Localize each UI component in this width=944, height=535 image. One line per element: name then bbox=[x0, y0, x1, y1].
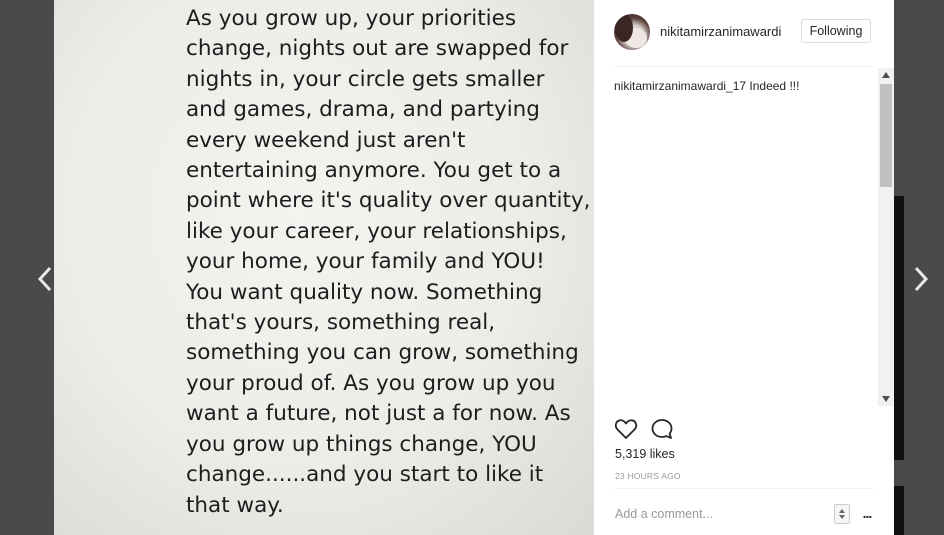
comment-author-link[interactable]: nikitamirzanimawardi_17 bbox=[614, 79, 746, 93]
quote-line: You want quality now. Something bbox=[186, 279, 543, 305]
spinner-arrows-icon bbox=[839, 509, 845, 519]
username-link[interactable]: nikitamirzanimawardi bbox=[660, 24, 781, 39]
comment-item: nikitamirzanimawardi_17 Indeed !!! bbox=[614, 79, 874, 93]
scroll-thumb[interactable] bbox=[880, 84, 892, 187]
more-options-button[interactable]: ... bbox=[857, 504, 877, 522]
divider bbox=[614, 488, 874, 489]
triangle-down-icon bbox=[882, 396, 890, 402]
heart-icon bbox=[614, 419, 638, 439]
like-button[interactable] bbox=[614, 418, 638, 445]
quote-text: As you grow up, your priorities change, n… bbox=[186, 4, 606, 521]
comment-text: Indeed !!! bbox=[749, 79, 800, 93]
like-count[interactable]: 5,319 likes bbox=[615, 447, 675, 461]
following-button[interactable]: Following bbox=[801, 19, 871, 43]
triangle-up-icon bbox=[882, 72, 890, 78]
quote-line: every weekend just aren't bbox=[186, 127, 466, 153]
quote-line: As you grow up, your priorities bbox=[186, 6, 517, 31]
speech-bubble-icon bbox=[651, 419, 673, 439]
quote-line: that's yours, something real, bbox=[186, 310, 496, 336]
avatar[interactable] bbox=[614, 14, 650, 50]
quote-line: your proud of. As you grow up you bbox=[186, 370, 556, 396]
quote-line: you grow up things change, YOU bbox=[186, 431, 537, 457]
post-header: nikitamirzanimawardi Following bbox=[594, 0, 894, 66]
backdrop-strip bbox=[894, 196, 904, 460]
add-comment-input[interactable] bbox=[615, 505, 815, 523]
quote-line: and games, drama, and partying bbox=[186, 97, 540, 123]
quote-line: change, nights out are swapped for bbox=[186, 36, 569, 62]
quote-line: want a future, not just a for now. As bbox=[186, 401, 571, 427]
chevron-left-icon bbox=[37, 266, 52, 292]
quote-line: entertaining anymore. You get to a bbox=[186, 158, 562, 184]
comments-list: nikitamirzanimawardi_17 Indeed !!! bbox=[594, 67, 894, 407]
post-image: As you grow up, your priorities change, n… bbox=[54, 0, 594, 535]
scroll-down-button[interactable] bbox=[878, 392, 894, 406]
quote-line: nights in, your circle gets smaller bbox=[186, 66, 545, 92]
quote-line: like your career, your relationships, bbox=[186, 218, 567, 244]
quote-line: something you can grow, something bbox=[186, 340, 579, 366]
avatar-photo bbox=[615, 14, 647, 48]
chevron-right-icon bbox=[914, 266, 929, 292]
quote-line: that way. bbox=[186, 492, 284, 518]
input-spinner[interactable] bbox=[834, 504, 850, 524]
comment-button[interactable] bbox=[650, 418, 674, 445]
post-timestamp[interactable]: 23 HOURS AGO bbox=[615, 471, 681, 481]
next-post-button[interactable] bbox=[906, 262, 936, 296]
quote-line: change......and you start to like it bbox=[186, 462, 544, 488]
quote-line: point where it's quality over quantity, bbox=[186, 188, 591, 214]
quote-line: your home, your family and YOU! bbox=[186, 249, 545, 275]
post-details-panel: nikitamirzanimawardi Following nikitamir… bbox=[594, 0, 894, 535]
scroll-up-button[interactable] bbox=[878, 68, 894, 82]
backdrop-strip bbox=[894, 486, 904, 535]
comments-scrollbar[interactable] bbox=[878, 68, 894, 406]
